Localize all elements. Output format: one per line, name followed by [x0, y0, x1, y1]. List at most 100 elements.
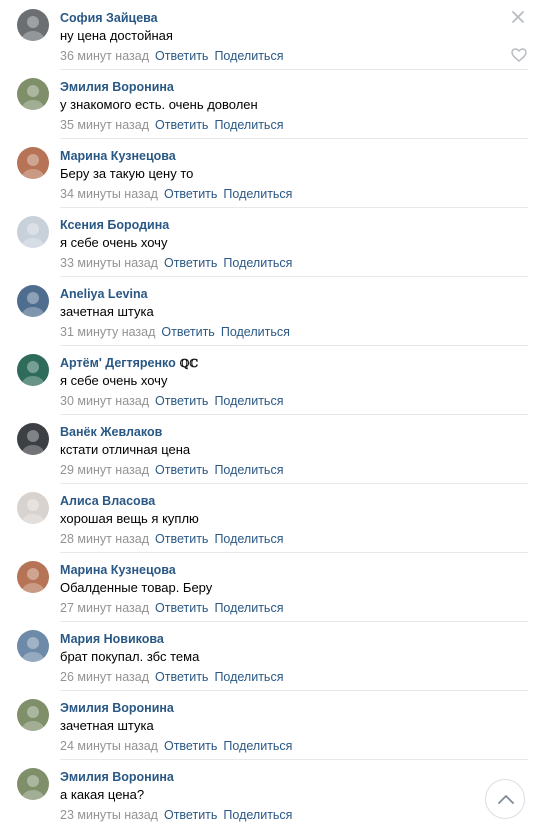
- comments-list: София Зайцева ну цена достойная 36 минут н…: [0, 0, 544, 828]
- reply-link[interactable]: Ответить: [161, 325, 214, 339]
- comment-author-link[interactable]: Эмилия Воронина: [60, 770, 174, 784]
- avatar[interactable]: [17, 630, 49, 662]
- comment-text: я себе очень хочу: [60, 235, 168, 250]
- comment-item: Эмилия Воронина а какая цена? 23 минуты на…: [0, 759, 544, 828]
- avatar[interactable]: [17, 768, 49, 800]
- reply-link[interactable]: Ответить: [155, 394, 208, 408]
- reply-link[interactable]: Ответить: [164, 808, 217, 822]
- comment-author-link[interactable]: Артём' Дегтяренко: [60, 356, 176, 370]
- avatar[interactable]: [17, 699, 49, 731]
- comment-author-link[interactable]: Эмилия Воронина: [60, 701, 174, 715]
- reply-link[interactable]: Ответить: [155, 463, 208, 477]
- comment-author-link[interactable]: Ванёк Жевлаков: [60, 425, 162, 439]
- comment-item: Марина Кузнецова Обалденные товар. Беру 27…: [0, 552, 544, 621]
- reply-link[interactable]: Ответить: [155, 49, 208, 63]
- share-link[interactable]: Поделиться: [223, 256, 292, 270]
- comment-time[interactable]: 36 минут назад: [60, 49, 149, 63]
- comment-meta: 36 минут назад Ответить Поделиться: [60, 48, 544, 65]
- reply-link[interactable]: Ответить: [155, 532, 208, 546]
- reply-link[interactable]: Ответить: [155, 601, 208, 615]
- avatar[interactable]: [17, 9, 49, 41]
- comment-time[interactable]: 23 минуты назад: [60, 808, 158, 822]
- avatar[interactable]: [17, 354, 49, 386]
- comment-author-link[interactable]: Мария Новикова: [60, 632, 164, 646]
- chevron-up-icon: [498, 795, 514, 804]
- comment-author-link[interactable]: Алиса Власова: [60, 494, 155, 508]
- share-link[interactable]: Поделиться: [223, 808, 292, 822]
- comment-time[interactable]: 31 минуту назад: [60, 325, 155, 339]
- comment-meta: 30 минут назад Ответить Поделиться: [60, 393, 544, 410]
- comment-author-link[interactable]: Марина Кузнецова: [60, 563, 176, 577]
- comment-text: зачетная штука: [60, 718, 154, 733]
- author-line: Артём' Дегтяренко ℚℂ: [60, 354, 544, 371]
- share-link[interactable]: Поделиться: [221, 325, 290, 339]
- share-link[interactable]: Поделиться: [223, 739, 292, 753]
- author-line: Мария Новикова: [60, 630, 544, 647]
- comment-item: Марина Кузнецова Беру за такую цену то 34 …: [0, 138, 544, 207]
- close-icon[interactable]: [511, 10, 525, 24]
- comment-meta: 28 минут назад Ответить Поделиться: [60, 531, 544, 548]
- reply-link[interactable]: Ответить: [164, 739, 217, 753]
- comment-time[interactable]: 34 минуты назад: [60, 187, 158, 201]
- share-link[interactable]: Поделиться: [214, 532, 283, 546]
- share-link[interactable]: Поделиться: [214, 601, 283, 615]
- comment-meta: 23 минуты назад Ответить Поделиться: [60, 807, 544, 824]
- comment-time[interactable]: 35 минут назад: [60, 118, 149, 132]
- comment-author-link[interactable]: Марина Кузнецова: [60, 149, 176, 163]
- avatar[interactable]: [17, 423, 49, 455]
- comment-author-link[interactable]: Эмилия Воронина: [60, 80, 174, 94]
- comment-text: Обалденные товар. Беру: [60, 580, 213, 595]
- comment-item: Мария Новикова брат покупал. збс тема 26 м…: [0, 621, 544, 690]
- comment-time[interactable]: 27 минут назад: [60, 601, 149, 615]
- comment-item: Эмилия Воронина зачетная штука 24 минуты н…: [0, 690, 544, 759]
- author-line: Эмилия Воронина: [60, 768, 544, 785]
- comment-text: я себе очень хочу: [60, 373, 168, 388]
- share-link[interactable]: Поделиться: [214, 394, 283, 408]
- reply-link[interactable]: Ответить: [164, 187, 217, 201]
- comment-text: зачетная штука: [60, 304, 154, 319]
- avatar[interactable]: [17, 78, 49, 110]
- avatar[interactable]: [17, 147, 49, 179]
- reply-link[interactable]: Ответить: [164, 256, 217, 270]
- author-line: София Зайцева: [60, 9, 544, 26]
- author-line: Ванёк Жевлаков: [60, 423, 544, 440]
- comment-time[interactable]: 30 минут назад: [60, 394, 149, 408]
- reply-link[interactable]: Ответить: [155, 670, 208, 684]
- comment-time[interactable]: 33 минуты назад: [60, 256, 158, 270]
- share-link[interactable]: Поделиться: [223, 187, 292, 201]
- reply-link[interactable]: Ответить: [155, 118, 208, 132]
- author-line: Марина Кузнецова: [60, 147, 544, 164]
- avatar[interactable]: [17, 492, 49, 524]
- comment-meta: 27 минут назад Ответить Поделиться: [60, 600, 544, 617]
- author-line: Эмилия Воронина: [60, 78, 544, 95]
- comment-author-link[interactable]: Aneliya Levina: [60, 287, 148, 301]
- author-line: Эмилия Воронина: [60, 699, 544, 716]
- comment-author-link[interactable]: София Зайцева: [60, 11, 158, 25]
- comment-meta: 26 минут назад Ответить Поделиться: [60, 669, 544, 686]
- comment-item: Артём' Дегтяренко ℚℂ я себе очень хочу 30 м…: [0, 345, 544, 414]
- avatar[interactable]: [17, 216, 49, 248]
- comment-item: София Зайцева ну цена достойная 36 минут н…: [0, 0, 544, 69]
- comment-time[interactable]: 28 минут назад: [60, 532, 149, 546]
- comment-meta: 24 минуты назад Ответить Поделиться: [60, 738, 544, 755]
- author-line: Марина Кузнецова: [60, 561, 544, 578]
- share-link[interactable]: Поделиться: [214, 670, 283, 684]
- comment-time[interactable]: 29 минут назад: [60, 463, 149, 477]
- comment-meta: 33 минуты назад Ответить Поделиться: [60, 255, 544, 272]
- comment-time[interactable]: 24 минуты назад: [60, 739, 158, 753]
- heart-icon[interactable]: [511, 48, 527, 62]
- author-line: Алиса Власова: [60, 492, 544, 509]
- comment-author-link[interactable]: Ксения Бородина: [60, 218, 169, 232]
- comment-text: кстати отличная цена: [60, 442, 191, 457]
- avatar[interactable]: [17, 285, 49, 317]
- comment-text: хорошая вещь я куплю: [60, 511, 199, 526]
- scroll-up-button[interactable]: [485, 779, 525, 819]
- avatar[interactable]: [17, 561, 49, 593]
- share-link[interactable]: Поделиться: [214, 118, 283, 132]
- author-badge: ℚℂ: [179, 357, 199, 370]
- share-link[interactable]: Поделиться: [214, 463, 283, 477]
- share-link[interactable]: Поделиться: [214, 49, 283, 63]
- comment-item: Ванёк Жевлаков кстати отличная цена 29 мин…: [0, 414, 544, 483]
- comment-time[interactable]: 26 минут назад: [60, 670, 149, 684]
- comment-meta: 35 минут назад Ответить Поделиться: [60, 117, 544, 134]
